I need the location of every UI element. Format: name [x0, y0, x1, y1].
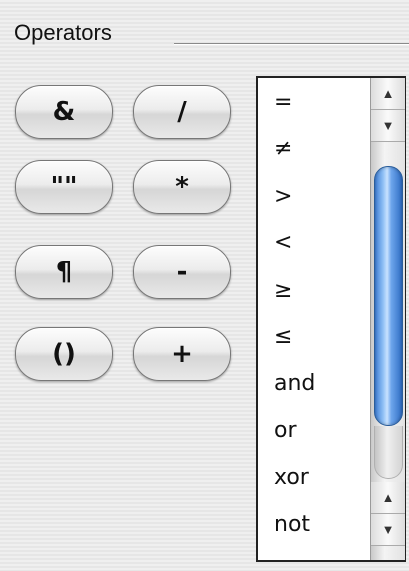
list-item[interactable]: <: [274, 230, 292, 255]
ampersand-button[interactable]: &: [15, 85, 113, 139]
list-item[interactable]: =: [274, 90, 292, 115]
scroll-up-arrow-icon[interactable]: ▲: [371, 482, 405, 514]
scroll-down-arrow-icon[interactable]: ▼: [371, 514, 405, 546]
vertical-scrollbar[interactable]: ▲ ▼ ▲ ▼: [370, 78, 405, 560]
divide-button[interactable]: /: [133, 85, 231, 139]
parentheses-button[interactable]: (): [15, 327, 113, 381]
scroll-down-arrow-icon[interactable]: ▼: [371, 110, 405, 142]
list-item[interactable]: ≥: [274, 278, 292, 303]
scrollbar-thumb[interactable]: [374, 166, 403, 426]
scrollbar-track[interactable]: [374, 426, 403, 479]
list-item[interactable]: ≠: [274, 136, 292, 161]
list-item[interactable]: >: [274, 184, 292, 209]
list-item[interactable]: or: [274, 418, 297, 443]
list-item[interactable]: xor: [274, 465, 309, 490]
scroll-up-arrow-icon[interactable]: ▲: [371, 78, 405, 110]
multiply-button[interactable]: *: [133, 160, 231, 214]
quotes-button[interactable]: "": [15, 160, 113, 214]
section-divider: [174, 43, 409, 45]
list-item[interactable]: not: [274, 512, 310, 537]
section-title: Operators: [14, 20, 112, 45]
plus-button[interactable]: +: [133, 327, 231, 381]
minus-button[interactable]: -: [133, 245, 231, 299]
pilcrow-button[interactable]: ¶: [15, 245, 113, 299]
list-item[interactable]: and: [274, 371, 315, 396]
list-item[interactable]: ≤: [274, 324, 292, 349]
